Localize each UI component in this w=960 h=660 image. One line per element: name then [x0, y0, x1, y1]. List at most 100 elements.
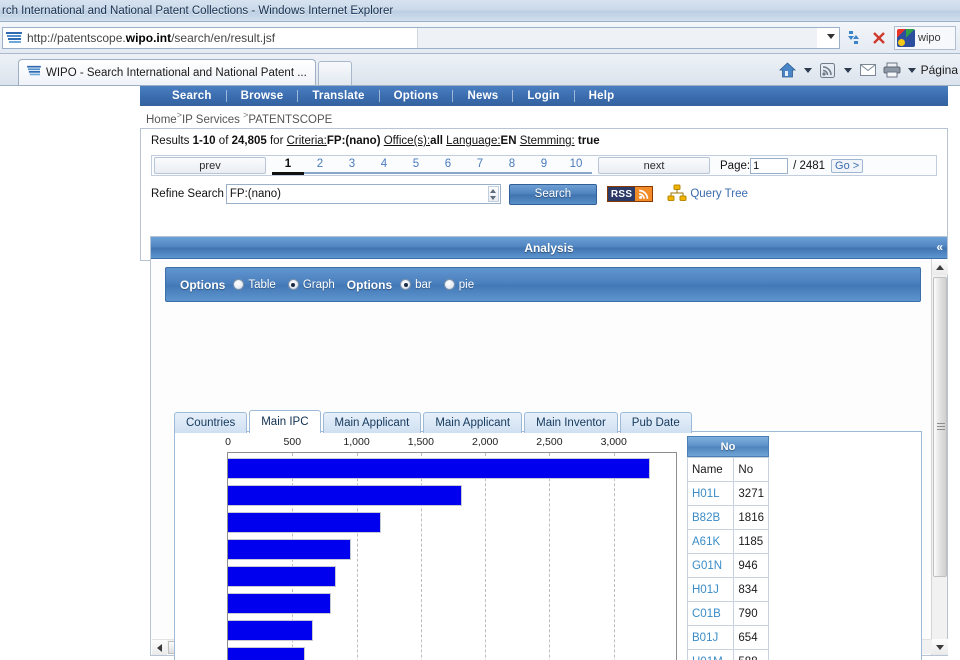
home-icon[interactable] — [777, 59, 799, 81]
ie-logo-icon — [27, 65, 41, 80]
table-cell-name[interactable]: G01N — [686, 553, 735, 578]
site-navigation: Search Browse Translate Options News Log… — [140, 86, 948, 106]
window-title: rch International and National Patent Co… — [2, 4, 394, 17]
page-number-8[interactable]: 8 — [496, 157, 528, 174]
table-cell-no: 946 — [733, 553, 769, 578]
x-axis-tick-label: 1,000 — [343, 436, 370, 448]
chart-bar[interactable] — [228, 620, 314, 641]
chevron-down-icon[interactable] — [803, 67, 812, 73]
column-header-name[interactable]: Name — [686, 457, 735, 482]
page-number-10[interactable]: 10 — [560, 157, 592, 174]
scroll-left-arrow-icon[interactable] — [152, 640, 167, 655]
browser-tab-active[interactable]: WIPO - Search International and National… — [18, 59, 316, 85]
chevron-down-icon[interactable] — [827, 33, 835, 39]
next-page-button[interactable]: next — [598, 157, 710, 174]
results-criteria-label[interactable]: Criteria: — [287, 135, 327, 147]
prev-page-button[interactable]: prev — [154, 157, 266, 174]
table-cell-name[interactable]: A61K — [686, 529, 735, 554]
radio-option-pie[interactable]: pie — [443, 279, 474, 291]
tab-main-inventor[interactable]: Main Inventor — [524, 412, 618, 433]
query-tree-link[interactable]: Query Tree — [690, 188, 748, 200]
chart-bar[interactable] — [228, 566, 337, 587]
page-number-5[interactable]: 5 — [400, 157, 432, 174]
go-button[interactable]: Go > — [831, 158, 864, 173]
tab-pub-date[interactable]: Pub Date — [619, 412, 692, 433]
browser-tab-label: WIPO - Search International and National… — [46, 66, 307, 79]
chart-bar[interactable] — [228, 458, 650, 479]
results-summary: Results 1-10 of 24,805 for Criteria:FP:(… — [151, 135, 600, 147]
wipo-search-provider-button[interactable]: wipo — [894, 25, 956, 50]
page-number-9[interactable]: 9 — [528, 157, 560, 174]
chart-bar[interactable] — [228, 485, 463, 506]
table-cell-name[interactable]: B01J — [686, 625, 735, 650]
chart-bar[interactable] — [228, 539, 351, 560]
column-header-no[interactable]: No — [733, 457, 769, 482]
page-number-1[interactable]: 1 — [272, 157, 304, 175]
chart-bar-row: H01L — [228, 458, 650, 479]
rss-icon — [635, 187, 653, 201]
nav-item-options[interactable]: Options — [380, 90, 453, 102]
page-number-7[interactable]: 7 — [464, 157, 496, 174]
chevron-down-icon[interactable] — [907, 67, 916, 73]
page-number-6[interactable]: 6 — [432, 157, 464, 174]
results-offices-label[interactable]: Office(s): — [384, 135, 430, 147]
tab-countries[interactable]: Countries — [174, 412, 248, 433]
chart-bar[interactable] — [228, 647, 305, 660]
radio-option-graph[interactable]: Graph — [287, 279, 335, 291]
page-number-3[interactable]: 3 — [336, 157, 368, 174]
table-cell-name[interactable]: H01L — [686, 481, 735, 506]
chart-bar[interactable] — [228, 593, 331, 614]
page-number-4[interactable]: 4 — [368, 157, 400, 174]
refresh-icon[interactable] — [840, 26, 866, 50]
analysis-vertical-scrollbar[interactable] — [931, 259, 948, 655]
chart-bar[interactable] — [228, 512, 382, 533]
radio-icon-selected — [400, 279, 412, 290]
address-input[interactable]: http://patentscope.wipo.int/search/en/re… — [2, 26, 840, 49]
search-button[interactable]: Search — [508, 183, 597, 205]
nav-item-login[interactable]: Login — [513, 90, 573, 102]
table-cell-name[interactable]: B82B — [686, 505, 735, 530]
results-language-label[interactable]: Language: — [446, 135, 500, 147]
textarea-resize-handle[interactable] — [487, 186, 499, 202]
radio-option-table[interactable]: Table — [233, 279, 276, 291]
scroll-down-arrow-icon[interactable] — [932, 639, 948, 655]
radio-icon-selected — [287, 279, 299, 290]
address-search-field[interactable] — [417, 27, 817, 48]
tab-main-ipc[interactable]: Main IPC — [249, 410, 321, 433]
chevron-down-icon[interactable] — [843, 67, 852, 73]
table-cell-name[interactable]: C01B — [686, 601, 735, 626]
table-cell-name[interactable]: H01J — [686, 577, 735, 602]
table-cell-name[interactable]: H01M — [686, 649, 735, 660]
stop-close-icon[interactable] — [866, 26, 892, 50]
nav-item-translate[interactable]: Translate — [298, 90, 378, 102]
results-stemming-label[interactable]: Stemming: — [520, 135, 575, 147]
rss-feeds-icon[interactable] — [817, 59, 839, 81]
page-number-2[interactable]: 2 — [304, 157, 336, 174]
scrollbar-thumb[interactable] — [933, 277, 947, 577]
query-tree-icon[interactable] — [667, 184, 687, 204]
nav-item-news[interactable]: News — [453, 90, 512, 102]
breadcrumb-ip-services[interactable]: IP Services — [182, 114, 240, 126]
printer-icon[interactable] — [881, 59, 903, 81]
breadcrumb-home[interactable]: Home — [146, 114, 177, 126]
x-axis-tick-label: 500 — [283, 436, 302, 448]
table-cell-no: 834 — [733, 577, 769, 602]
table-cell-no: 1185 — [733, 529, 769, 554]
nav-item-help[interactable]: Help — [575, 90, 629, 102]
analysis-title-text: Analysis — [524, 240, 574, 255]
new-tab-button[interactable] — [317, 61, 352, 85]
refine-search-input[interactable]: FP:(nano) — [225, 184, 501, 204]
table-cell-no: 790 — [733, 601, 769, 626]
collapse-icon[interactable]: « — [936, 240, 943, 254]
nav-item-browse[interactable]: Browse — [227, 90, 298, 102]
radio-option-bar[interactable]: bar — [400, 279, 432, 291]
tab-main-applicant-2[interactable]: Main Applicant — [423, 412, 523, 433]
tab-main-applicant-1[interactable]: Main Applicant — [322, 412, 422, 433]
rss-feed-button[interactable]: RSS — [606, 186, 654, 202]
page-number-input[interactable] — [750, 157, 789, 174]
page-menu-button[interactable]: Página — [921, 63, 958, 77]
mail-icon[interactable] — [857, 59, 879, 81]
breadcrumb-patentscope[interactable]: PATENTSCOPE — [248, 114, 332, 126]
scroll-up-arrow-icon[interactable] — [932, 259, 948, 275]
nav-item-search[interactable]: Search — [158, 90, 226, 102]
